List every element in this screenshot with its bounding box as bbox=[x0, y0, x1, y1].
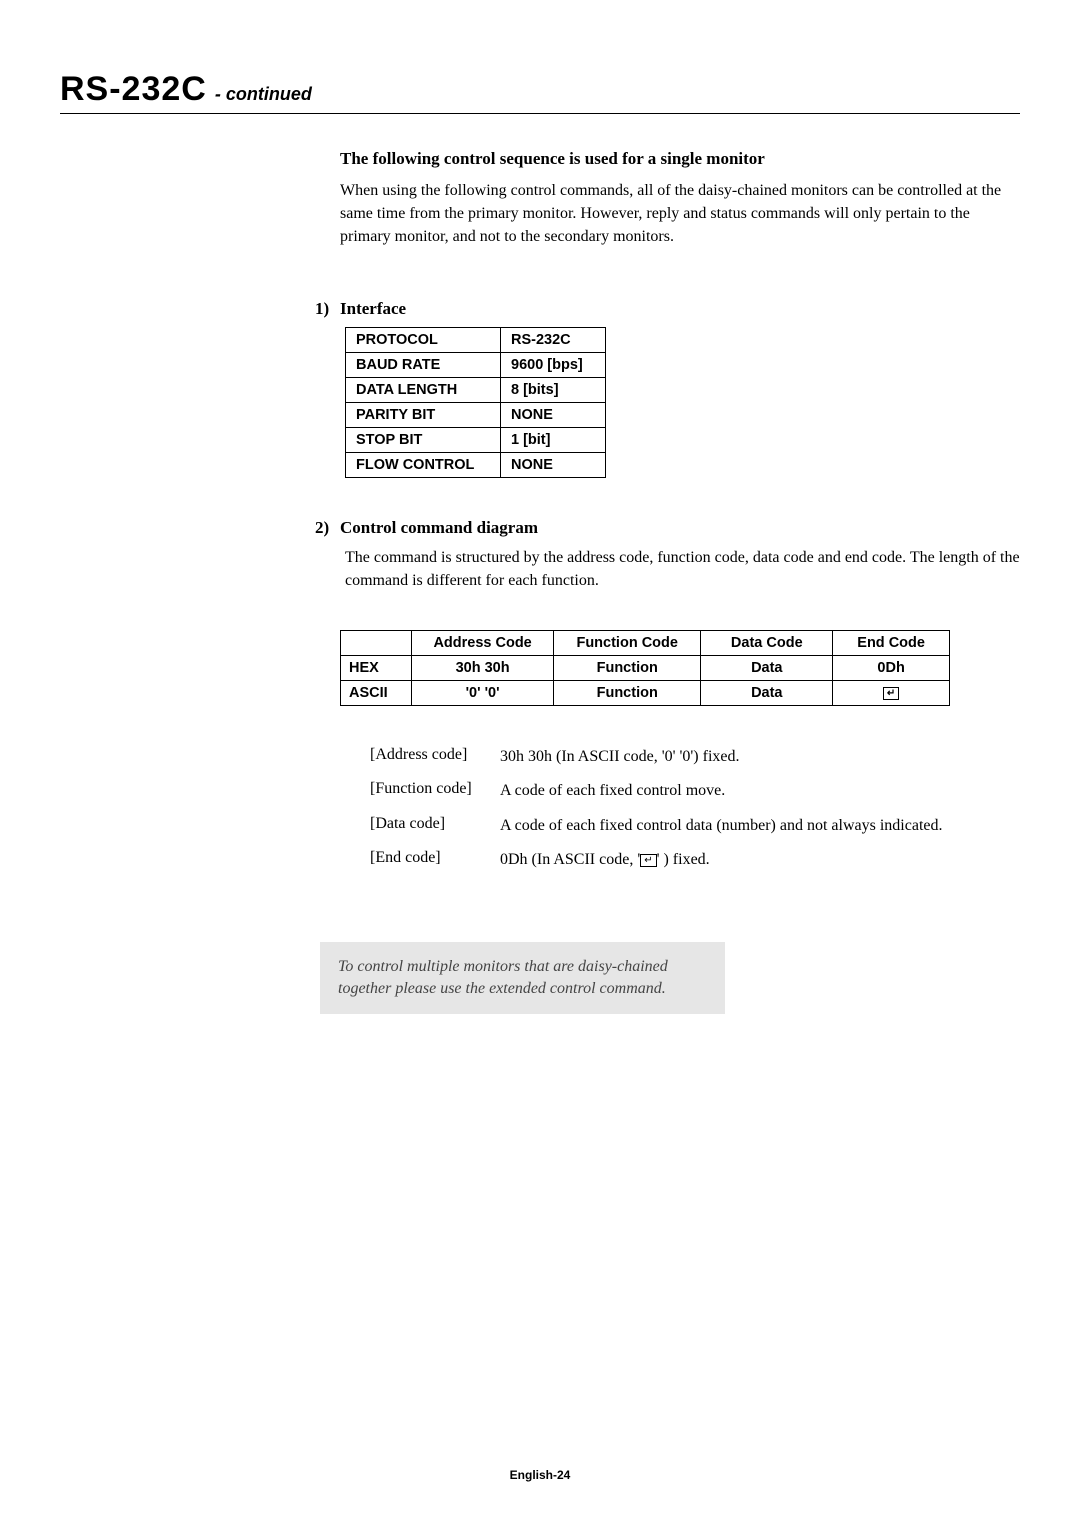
cell: Data bbox=[701, 655, 833, 680]
definition-row: [End code] 0Dh (In ASCII code, '↵' ) fix… bbox=[370, 849, 1020, 871]
cell: 30h 30h bbox=[412, 655, 554, 680]
cell: HEX bbox=[341, 655, 412, 680]
table-row: FLOW CONTROL NONE bbox=[346, 452, 606, 477]
interface-table: PROTOCOL RS-232C BAUD RATE 9600 [bps] DA… bbox=[345, 327, 606, 478]
section-2-header: 2) Control command diagram bbox=[340, 518, 1020, 538]
page-title: RS-232C bbox=[60, 70, 207, 109]
header-cell: Data Code bbox=[701, 630, 833, 655]
def-label: [End code] bbox=[370, 849, 500, 871]
cell: ASCII bbox=[341, 680, 412, 705]
header-cell: End Code bbox=[833, 630, 950, 655]
header-cell bbox=[341, 630, 412, 655]
definition-row: [Data code] A code of each fixed control… bbox=[370, 815, 1020, 837]
cell-label: STOP BIT bbox=[346, 427, 501, 452]
header-cell: Function Code bbox=[554, 630, 701, 655]
cell-value: 9600 [bps] bbox=[501, 352, 606, 377]
intro-paragraph: When using the following control command… bbox=[340, 179, 1020, 249]
def-label: [Function code] bbox=[370, 780, 500, 802]
table-row: STOP BIT 1 [bit] bbox=[346, 427, 606, 452]
table-header-row: Address Code Function Code Data Code End… bbox=[341, 630, 950, 655]
cell-value: 1 [bit] bbox=[501, 427, 606, 452]
def-value: 0Dh (In ASCII code, '↵' ) fixed. bbox=[500, 849, 710, 871]
section-2-description: The command is structured by the address… bbox=[345, 546, 1020, 592]
cell: Function bbox=[554, 680, 701, 705]
cell-value: NONE bbox=[501, 402, 606, 427]
return-icon: ↵ bbox=[640, 854, 656, 867]
continued-label: - continued bbox=[215, 84, 312, 105]
definition-row: [Address code] 30h 30h (In ASCII code, '… bbox=[370, 746, 1020, 768]
page-header: RS-232C - continued bbox=[60, 70, 1020, 114]
page-footer: English-24 bbox=[0, 1468, 1080, 1482]
cell-label: PROTOCOL bbox=[346, 327, 501, 352]
def-value: A code of each fixed control data (numbe… bbox=[500, 815, 943, 837]
cell: '0' '0' bbox=[412, 680, 554, 705]
cell-label: PARITY BIT bbox=[346, 402, 501, 427]
content-area: The following control sequence is used f… bbox=[340, 149, 1020, 1014]
cell-label: BAUD RATE bbox=[346, 352, 501, 377]
section-2-title: Control command diagram bbox=[340, 518, 538, 538]
section-1-title: Interface bbox=[340, 299, 406, 319]
table-row: HEX 30h 30h Function Data 0Dh bbox=[341, 655, 950, 680]
def-label: [Data code] bbox=[370, 815, 500, 837]
cell-label: DATA LENGTH bbox=[346, 377, 501, 402]
cell-value: NONE bbox=[501, 452, 606, 477]
table-row: DATA LENGTH 8 [bits] bbox=[346, 377, 606, 402]
return-icon: ↵ bbox=[883, 687, 899, 700]
cell: ↵ bbox=[833, 680, 950, 705]
def-label: [Address code] bbox=[370, 746, 500, 768]
header-cell: Address Code bbox=[412, 630, 554, 655]
cell: Data bbox=[701, 680, 833, 705]
def-value: 30h 30h (In ASCII code, '0' '0') fixed. bbox=[500, 746, 740, 768]
command-table: Address Code Function Code Data Code End… bbox=[340, 630, 950, 706]
definition-row: [Function code] A code of each fixed con… bbox=[370, 780, 1020, 802]
cell: Function bbox=[554, 655, 701, 680]
table-row: PROTOCOL RS-232C bbox=[346, 327, 606, 352]
cell-value: RS-232C bbox=[501, 327, 606, 352]
table-row: PARITY BIT NONE bbox=[346, 402, 606, 427]
section-1-number: 1) bbox=[315, 299, 340, 319]
cell-label: FLOW CONTROL bbox=[346, 452, 501, 477]
intro-heading: The following control sequence is used f… bbox=[340, 149, 1020, 169]
code-definitions: [Address code] 30h 30h (In ASCII code, '… bbox=[370, 746, 1020, 872]
cell: 0Dh bbox=[833, 655, 950, 680]
section-1-header: 1) Interface bbox=[340, 299, 1020, 319]
note-box: To control multiple monitors that are da… bbox=[320, 942, 725, 1015]
section-2-number: 2) bbox=[315, 518, 340, 538]
def-value: A code of each fixed control move. bbox=[500, 780, 725, 802]
cell-value: 8 [bits] bbox=[501, 377, 606, 402]
table-row: ASCII '0' '0' Function Data ↵ bbox=[341, 680, 950, 705]
table-row: BAUD RATE 9600 [bps] bbox=[346, 352, 606, 377]
